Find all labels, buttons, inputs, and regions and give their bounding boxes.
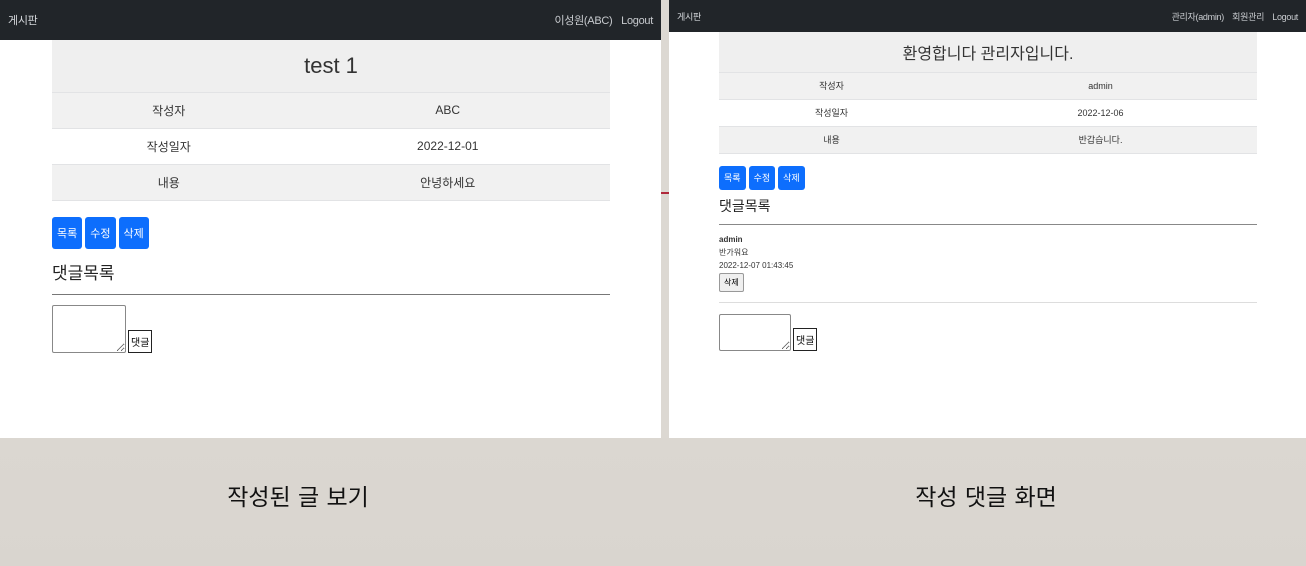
row-value: ABC (285, 92, 610, 129)
post-title: test 1 (52, 40, 610, 93)
table-row: 작성자 ABC (52, 92, 610, 129)
table-row: 내용 반갑습니다. (719, 126, 1257, 154)
divider-mark (661, 192, 669, 194)
comment-submit-button[interactable]: 댓글 (793, 327, 818, 351)
navbar: 게시판 관리자(admin) 회원관리 Logout (669, 0, 1306, 32)
edit-button[interactable]: 수정 (85, 216, 116, 249)
comment-input[interactable] (719, 313, 791, 351)
comment-delete-button[interactable]: 삭제 (719, 272, 744, 292)
list-button[interactable]: 목록 (52, 216, 83, 249)
post-view-screenshot: 게시판 이성원(ABC) Logout test 1 작성자 ABC 작성일자 … (0, 0, 661, 438)
post-table: 환영합니다 관리자입니다. 작성자 admin 작성일자 2022-12-06 … (719, 32, 1257, 154)
user-link[interactable]: 이성원(ABC) (554, 15, 612, 27)
comment-item: admin 반가워요 2022-12-07 01:43:45 삭제 (719, 225, 1257, 303)
nav-right: 관리자(admin) 회원관리 Logout (1166, 10, 1299, 23)
panel-divider (661, 0, 669, 438)
comment-form: 댓글 (52, 304, 610, 353)
comments-heading: 댓글목록 (719, 196, 1257, 225)
post-container: test 1 작성자 ABC 작성일자 2022-12-01 내용 안녕하세요 … (52, 40, 610, 353)
delete-button[interactable]: 삭제 (778, 165, 805, 190)
brand-link[interactable]: 게시판 (8, 12, 38, 28)
action-buttons: 목록 수정 삭제 (52, 216, 610, 249)
post-title: 환영합니다 관리자입니다. (719, 32, 1257, 73)
table-row: 작성일자 2022-12-01 (52, 128, 610, 165)
caption-right: 작성 댓글 화면 (915, 485, 1057, 511)
row-value: admin (944, 72, 1257, 100)
list-button[interactable]: 목록 (719, 165, 746, 190)
table-row: 작성일자 2022-12-06 (719, 99, 1257, 127)
brand-link[interactable]: 게시판 (677, 10, 701, 23)
post-container: 환영합니다 관리자입니다. 작성자 admin 작성일자 2022-12-06 … (719, 32, 1257, 351)
row-label: 작성일자 (719, 99, 945, 127)
edit-button[interactable]: 수정 (748, 165, 776, 190)
row-label: 작성자 (719, 72, 945, 100)
comment-form: 댓글 (719, 313, 1257, 351)
comment-submit-button[interactable]: 댓글 (128, 329, 153, 353)
row-value: 2022-12-06 (944, 99, 1257, 127)
row-label: 내용 (719, 126, 945, 154)
row-label: 작성일자 (52, 128, 286, 165)
table-row: 내용 안녕하세요 (52, 164, 610, 201)
user-link[interactable]: 관리자(admin) (1172, 12, 1225, 22)
comment-date: 2022-12-07 01:43:45 (719, 260, 794, 270)
caption-left: 작성된 글 보기 (227, 485, 369, 511)
comment-text: 반가워요 (719, 247, 749, 257)
table-row: 작성자 admin (719, 72, 1257, 100)
navbar: 게시판 이성원(ABC) Logout (0, 0, 661, 40)
comments-heading: 댓글목록 (52, 259, 610, 295)
logout-link[interactable]: Logout (621, 15, 653, 27)
comment-view-screenshot: 게시판 관리자(admin) 회원관리 Logout 환영합니다 관리자입니다.… (669, 0, 1306, 438)
comment-author: admin (719, 234, 743, 244)
comment-input[interactable] (52, 304, 126, 353)
action-buttons: 목록 수정 삭제 (719, 165, 1257, 190)
row-value: 안녕하세요 (285, 164, 610, 201)
post-table: test 1 작성자 ABC 작성일자 2022-12-01 내용 안녕하세요 (52, 40, 610, 201)
row-label: 작성자 (52, 92, 286, 129)
delete-button[interactable]: 삭제 (118, 216, 149, 249)
nav-right: 이성원(ABC) Logout (548, 12, 653, 28)
logout-link[interactable]: Logout (1272, 12, 1298, 22)
row-label: 내용 (52, 164, 286, 201)
members-link[interactable]: 회원관리 (1232, 12, 1264, 22)
row-value: 반갑습니다. (944, 126, 1257, 154)
row-value: 2022-12-01 (285, 128, 610, 165)
